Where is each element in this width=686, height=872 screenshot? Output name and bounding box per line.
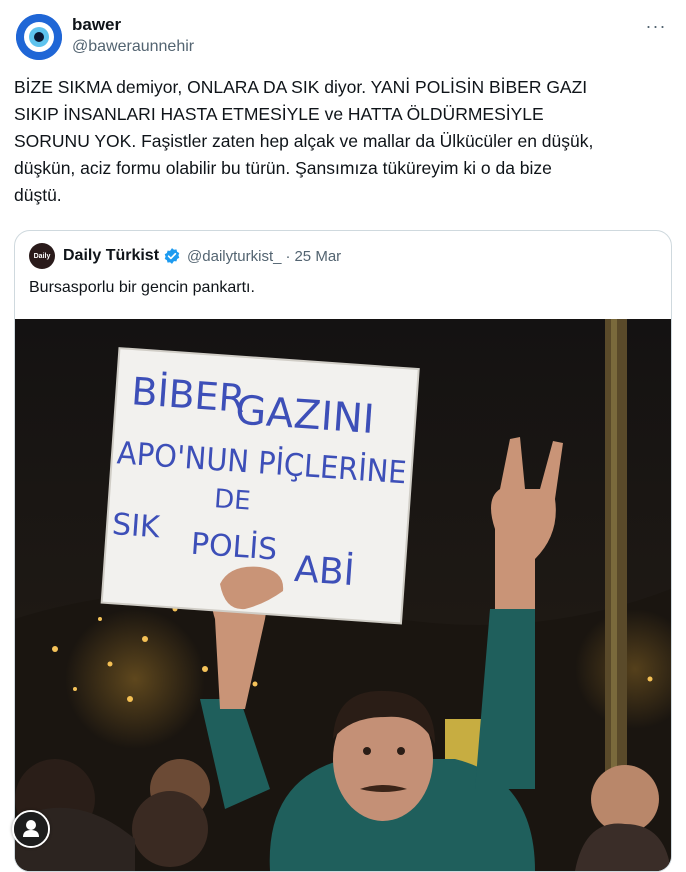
- sign-line-5: SIK: [111, 507, 162, 545]
- tweet-text: BİZE SIKMA demiyor, ONLARA DA SIK diyor.…: [14, 77, 594, 205]
- sign-line-1: BİBER: [130, 369, 247, 421]
- author-display-name[interactable]: bawer: [72, 14, 194, 36]
- quote-separator: ·: [285, 247, 291, 265]
- sign-line-4: DE: [213, 484, 251, 516]
- sign-line-6: POLİS: [190, 526, 279, 568]
- author-avatar[interactable]: [16, 14, 62, 60]
- evil-eye-icon: [16, 14, 62, 60]
- quote-date[interactable]: 25 Mar: [294, 248, 341, 265]
- protest-photo: BİBER GAZINI APO'NUN PİÇLERİNE DE SIK PO…: [15, 319, 671, 871]
- sign-line-7: ABİ: [293, 548, 356, 594]
- quote-header: Daily Daily Türkist @dailyturkist_ · 25 …: [29, 243, 341, 269]
- quote-author-avatar[interactable]: Daily: [29, 243, 55, 269]
- quote-photo[interactable]: BİBER GAZINI APO'NUN PİÇLERİNE DE SIK PO…: [15, 319, 671, 871]
- user-profile-icon: [14, 812, 48, 846]
- quote-author-handle[interactable]: @dailyturkist_: [187, 248, 281, 265]
- verified-badge-icon: [164, 248, 180, 264]
- quote-author-name[interactable]: Daily Türkist: [63, 247, 159, 265]
- quote-tweet-card[interactable]: Daily Daily Türkist @dailyturkist_ · 25 …: [14, 230, 672, 872]
- profile-button[interactable]: [12, 810, 50, 848]
- sign-line-2: GAZINI: [234, 387, 376, 443]
- author-name-block[interactable]: bawer @baweraunnehir: [72, 14, 194, 58]
- tweet-header: bawer @baweraunnehir ···: [14, 10, 672, 62]
- author-handle[interactable]: @baweraunnehir: [72, 36, 194, 58]
- quote-text: Bursasporlu bir gencin pankartı.: [29, 279, 255, 296]
- more-options-button[interactable]: ···: [644, 16, 668, 36]
- more-horizontal-icon: ···: [645, 16, 667, 36]
